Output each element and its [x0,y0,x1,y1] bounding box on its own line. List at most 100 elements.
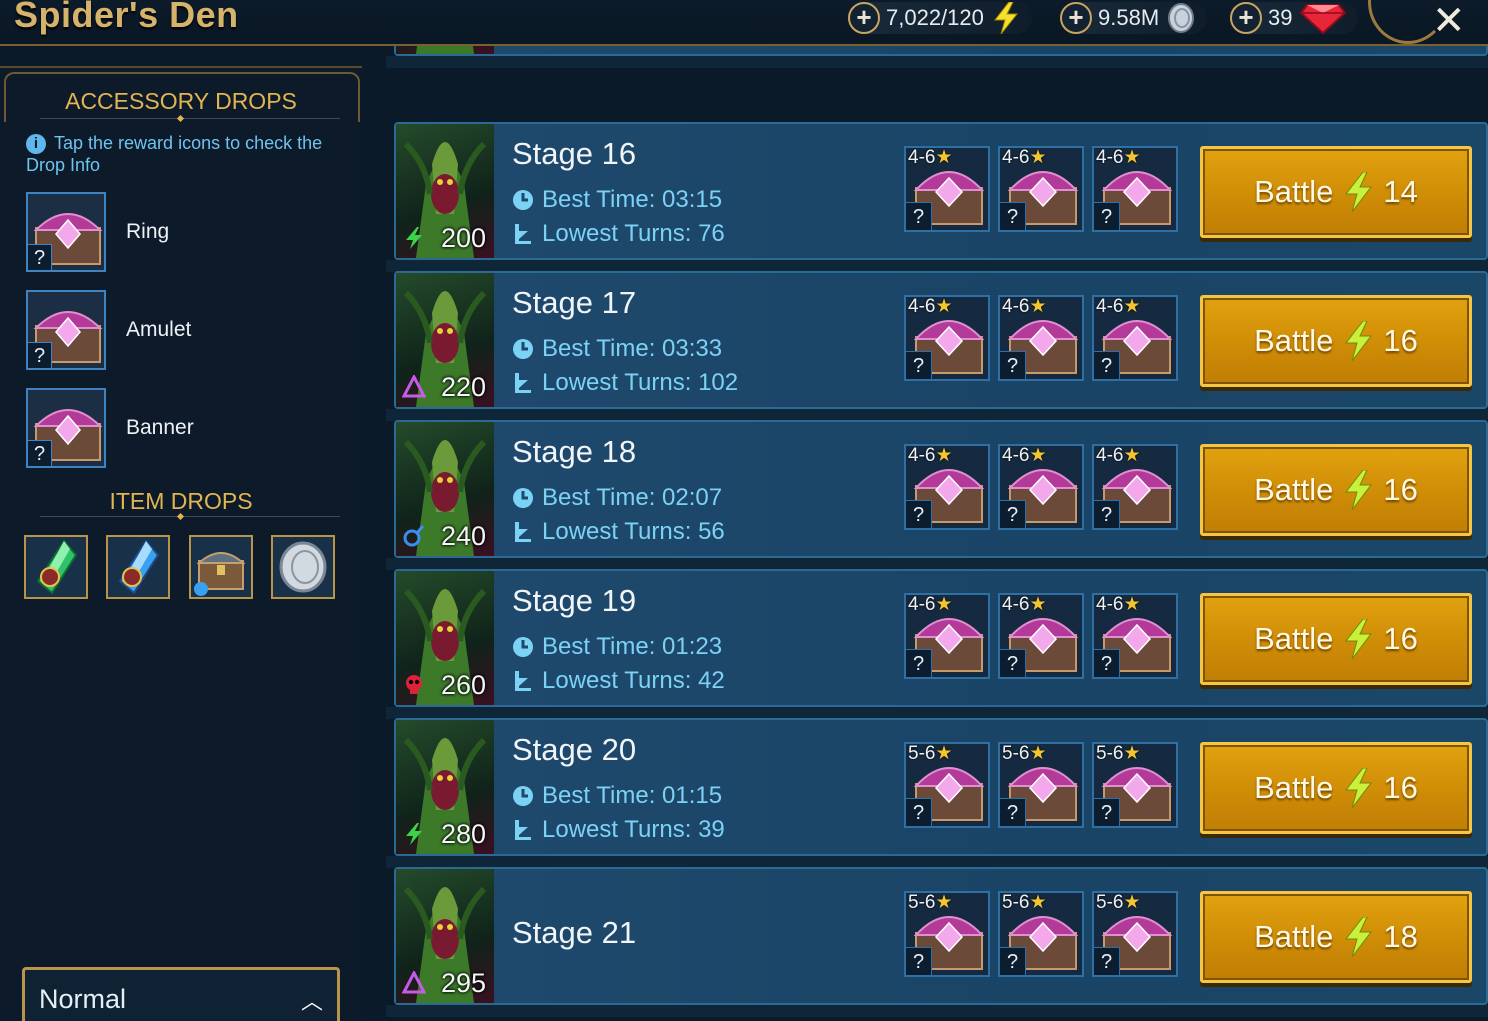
silver-counter: + 9.58M [1060,2,1208,34]
top-bar: Spider's Den + 7,022/120 + 9.58M + 39 ✕ [0,0,1488,46]
amulet-reward-icon[interactable]: ? [26,290,106,370]
accessory-ring[interactable]: ? Ring [26,192,346,272]
battle-button[interactable]: Battle 16 [1200,295,1472,387]
battle-button[interactable]: Battle 16 [1200,593,1472,685]
accessory-reward-icon[interactable]: 4-6★? [998,146,1084,232]
accessory-reward-icon[interactable]: 5-6★? [904,891,990,977]
accessory-reward-icon[interactable]: 4-6★? [998,444,1084,530]
ring-label: Ring [126,220,170,243]
accessory-reward-icon[interactable]: 4-6★? [998,295,1084,381]
add-energy-button[interactable]: + [848,2,880,34]
green-shard-icon[interactable] [24,535,88,599]
chest-icon[interactable] [189,535,253,599]
battle-button[interactable]: Battle 16 [1200,444,1472,536]
accessory-reward-icon[interactable]: 5-6★? [998,891,1084,977]
stage-row: 260 Stage 19 Best Time: 01:23 Lowest Turns:… [386,569,1488,719]
energy-bolt-icon [1345,917,1373,957]
lowest-turns: Lowest Turns: 102 [512,369,738,397]
accessory-reward-icon[interactable]: 4-6★? [1092,146,1178,232]
lowest-turns-text: Lowest Turns: 102 [542,369,739,396]
rank-range: 5-6★ [1096,892,1141,913]
rank-range: 5-6★ [1096,743,1141,764]
best-time-text: Best Time: 01:15 [542,782,723,809]
boss-portrait: 220 [396,273,494,407]
battle-button[interactable]: Battle 18 [1200,891,1472,983]
force-affinity-icon [402,226,426,250]
banner-unknown-badge: ? [28,440,52,466]
accessory-reward-icon[interactable]: 5-6★? [1092,742,1178,828]
rank-range: 4-6★ [908,594,953,615]
unknown-drop-badge: ? [1000,500,1026,528]
blue-shard-icon[interactable] [106,535,170,599]
silver-coin-icon [1165,2,1197,34]
hourglass-icon [515,820,531,840]
unknown-drop-badge: ? [906,947,932,975]
energy-bolt-icon [1345,619,1373,659]
battle-label: Battle [1254,621,1334,656]
stage-name: Stage 19 [512,583,637,618]
add-gems-button[interactable]: + [1230,2,1262,34]
accessory-reward-icon[interactable]: 4-6★? [1092,444,1178,530]
clock-icon [513,339,533,359]
divider [40,516,340,517]
accessory-amulet[interactable]: ? Amulet [26,290,346,370]
stage-row: 280 Stage 20 Best Time: 01:15 Lowest Turns:… [386,718,1488,868]
add-silver-button[interactable]: + [1060,2,1092,34]
rank-range: 4-6★ [1096,147,1141,168]
divider [40,118,340,119]
battle-label: Battle [1254,919,1334,954]
rank-range: 4-6★ [1096,594,1141,615]
battle-label: Battle [1254,770,1334,805]
clock-icon [513,637,533,657]
unknown-drop-badge: ? [1000,947,1026,975]
accessory-reward-icon[interactable]: 4-6★? [1092,593,1178,679]
accessory-reward-icon[interactable]: 4-6★? [904,146,990,232]
unknown-drop-badge: ? [906,649,932,677]
unknown-drop-badge: ? [1000,798,1026,826]
banner-reward-icon[interactable]: ? [26,388,106,468]
boss-level: 280 [440,819,486,849]
battle-label: Battle [1254,472,1334,507]
rank-range: 4-6★ [1096,445,1141,466]
difficulty-dropdown[interactable]: Normal ︿ [22,967,340,1021]
accessory-reward-icon[interactable]: 4-6★? [904,444,990,530]
force-affinity-icon [402,822,426,846]
accessory-reward-icon[interactable]: 4-6★? [904,295,990,381]
rank-range: 4-6★ [908,296,953,317]
rank-range: 5-6★ [1002,743,1047,764]
best-time-text: Best Time: 03:15 [542,186,723,213]
rank-range: 4-6★ [1002,296,1047,317]
banner-label: Banner [126,416,194,439]
accessory-reward-icon[interactable]: 4-6★? [998,593,1084,679]
amulet-label: Amulet [126,318,192,341]
accessory-reward-icon[interactable]: 4-6★? [1092,295,1178,381]
accessory-reward-icon[interactable]: 5-6★? [1092,891,1178,977]
unknown-drop-badge: ? [906,202,932,230]
best-time-text: Best Time: 02:07 [542,484,723,511]
rank-range: 5-6★ [908,743,953,764]
unknown-drop-badge: ? [1094,649,1120,677]
accessory-reward-icon[interactable]: 5-6★? [998,742,1084,828]
stage-name: Stage 18 [512,434,637,469]
battle-button[interactable]: Battle 14 [1200,146,1472,238]
best-time: Best Time: 01:15 [512,782,722,810]
lowest-turns: Lowest Turns: 56 [512,518,725,546]
accessory-reward-icon[interactable]: 5-6★? [904,742,990,828]
lowest-turns: Lowest Turns: 42 [512,667,725,695]
spirit-affinity-icon [402,524,426,548]
info-icon: i [26,134,46,154]
accessory-banner[interactable]: ? Banner [26,388,346,468]
close-icon[interactable]: ✕ [1432,0,1466,44]
ring-reward-icon[interactable]: ? [26,192,106,272]
magic-affinity-icon [401,373,427,399]
accessory-reward-icon[interactable]: 4-6★? [904,593,990,679]
silver-coin-icon[interactable] [271,535,335,599]
gem-value: 39 [1268,5,1293,30]
unknown-drop-badge: ? [1000,202,1026,230]
hourglass-icon [515,373,531,393]
battle-button[interactable]: Battle 16 [1200,742,1472,834]
hourglass-icon [515,224,531,244]
boss-portrait: 280 [396,720,494,854]
unknown-drop-badge: ? [1000,351,1026,379]
energy-cost: 14 [1383,174,1418,209]
